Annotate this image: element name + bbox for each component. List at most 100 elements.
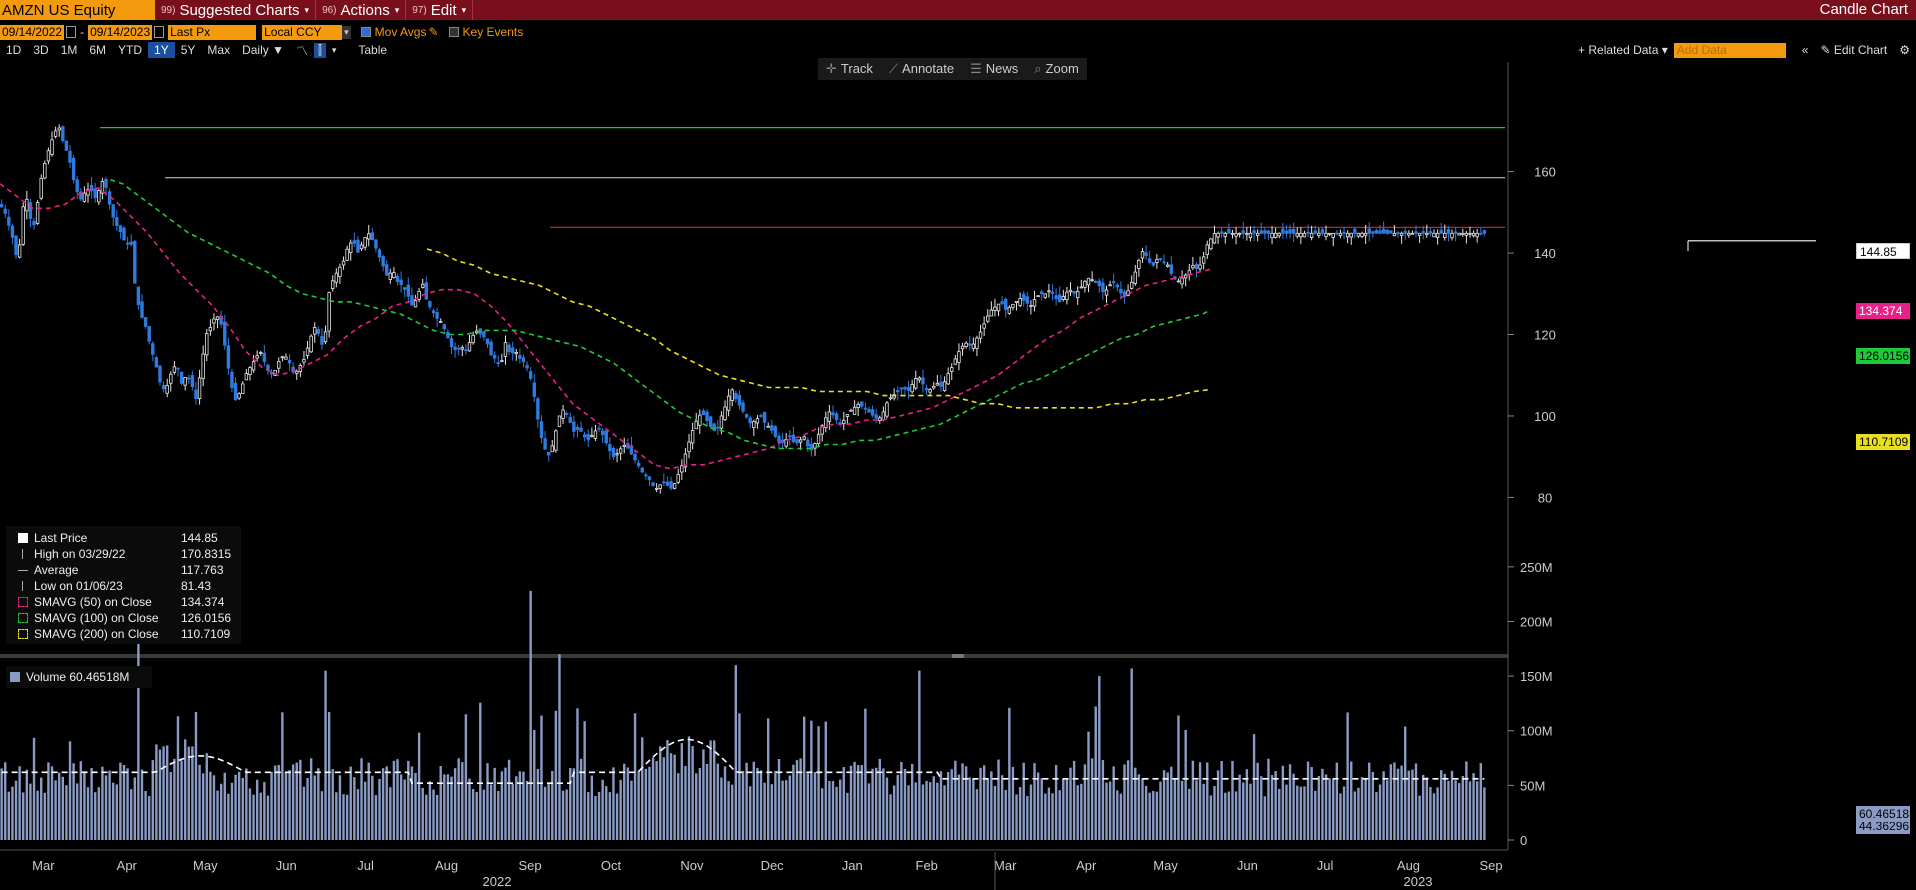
volume-bar [385,766,388,840]
volume-bar [367,762,370,840]
volume-bar [335,792,338,840]
candle-body [1155,258,1159,263]
candle-body [611,447,616,458]
candle-body [111,204,115,218]
month-label: May [1153,858,1178,873]
volume-bar [435,794,439,840]
candle-body [1475,232,1479,238]
candle-body [1223,232,1227,237]
volume-bar [7,791,11,840]
candle-body [1101,282,1105,293]
candle-body [68,150,72,163]
volume-bar [1245,769,1249,840]
candle-body [1201,256,1206,264]
year-label: 2023 [1404,874,1433,889]
volume-bar [1475,781,1479,840]
volume-bar [464,714,468,840]
candle-body [133,241,137,284]
price-tick-label: 140 [1534,246,1556,261]
volume-bar [820,788,824,840]
candle-body [1137,259,1141,269]
volume-bar [389,787,392,840]
volume-bar [1173,779,1177,840]
volume-tick-label: 200M [1520,614,1553,629]
volume-bar [173,758,176,840]
volume-bar [990,771,993,840]
candle-body [442,324,447,330]
candle-body [593,430,598,439]
candle-body [953,358,958,365]
volume-bar [439,766,442,840]
candle-body [1043,293,1048,298]
panel-resize-handle [952,654,964,658]
candle-body [798,439,803,443]
volume-bar [255,779,259,840]
volume-bar [230,782,234,840]
volume-bar [1256,762,1259,840]
volume-bar [1090,758,1094,840]
volume-bar [1429,787,1432,840]
volume-bar [572,768,576,840]
volume-bar [1461,776,1464,840]
price-volume-chart[interactable]: 80 100 120 140 160 0 50M 100M 150M 200M 250M Mar Apr… [0,0,1916,890]
volume-bar [22,792,25,840]
candle-body [568,416,572,423]
volume-bar [680,743,684,840]
volume-bar [273,765,277,840]
volume-bar [1303,786,1306,840]
price-tick-label: 100 [1534,409,1556,424]
volume-bar [784,780,788,840]
candle-body [154,357,159,368]
candle-body [1288,229,1292,234]
volume-bar [50,766,54,840]
candle-body [1108,284,1112,287]
volume-bar [259,792,262,840]
candle-body [248,367,252,376]
candle-body [359,244,364,250]
candle-body [212,318,216,324]
candle-body [334,272,339,283]
volume-bar [1400,765,1403,840]
volume-tick-label: 50M [1520,778,1545,793]
volume-bar [734,665,738,840]
candle-body [1007,306,1012,314]
legend-value: 81.43 [181,579,212,593]
volume-bar [1457,783,1461,840]
horizontal-lines-layer[interactable] [100,127,1816,252]
volume-bar [1371,771,1375,840]
volume-bar [446,774,450,840]
candle-body [719,415,724,429]
volume-bar [979,767,982,840]
volume-bar [302,786,306,840]
candle-body [1277,232,1281,237]
volume-bar [1058,790,1061,840]
volume-bar [252,794,255,840]
candle-body [885,402,889,417]
volume-bar [1065,779,1069,840]
last-price-tag: 144.85 [1856,243,1910,259]
sma200-tag: 110.7109 [1856,434,1910,450]
volume-bar [1062,779,1065,840]
candle-body [1399,232,1404,236]
volume-bar [349,766,352,840]
volume-bar [871,768,874,840]
candle-body [1140,251,1145,259]
candle-body [122,227,126,241]
candle-body [1032,299,1037,307]
candle-body [118,225,123,233]
month-label: Dec [761,858,785,873]
candle-body [356,239,360,253]
volume-bar [1130,668,1133,840]
candle-body [115,217,119,227]
volume-bar [1360,777,1364,840]
volume-bar [540,715,543,840]
candle-body [453,346,457,351]
volume-bar [115,784,119,840]
candle-body [960,345,965,350]
candle-body [197,377,202,399]
candle-body [1324,232,1328,237]
volume-bar [648,766,651,840]
candle-body [1169,264,1173,274]
volume-bar [666,740,669,840]
volume-bar [1357,787,1360,840]
